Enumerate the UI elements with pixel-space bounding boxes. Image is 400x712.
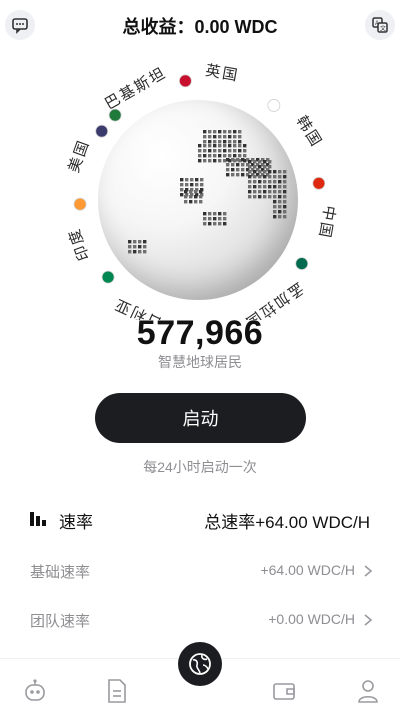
base-rate-value: +64.00 WDC/H bbox=[260, 562, 355, 578]
total-earnings-title: 总收益：0.00 WDC bbox=[122, 17, 278, 37]
country-label: 巴基斯坦 bbox=[102, 64, 169, 113]
country-label: 英国 bbox=[204, 61, 241, 85]
tab-robot[interactable] bbox=[21, 677, 49, 705]
profile-icon bbox=[358, 680, 378, 703]
pakistan-flag-icon bbox=[108, 108, 122, 122]
bar-chart-icon bbox=[30, 512, 46, 526]
start-hint: 每24小时启动一次 bbox=[143, 459, 257, 475]
country-ring: 巴基斯坦 英国韩国中国孟加拉国尼日利亚印度美国 bbox=[65, 61, 338, 320]
country-label: 印度 bbox=[65, 225, 93, 263]
nigeria-flag-icon bbox=[101, 270, 115, 284]
rate-title: 速率 bbox=[59, 513, 93, 532]
country-label: 韩国 bbox=[293, 113, 325, 151]
top-bar: 总收益：0.00 WDC A 文 bbox=[0, 0, 400, 48]
base-rate-row[interactable]: 基础速率 +64.00 WDC/H bbox=[30, 561, 375, 585]
globe-icon bbox=[189, 653, 211, 675]
south-korea-flag-icon bbox=[267, 99, 281, 112]
chevron-right-icon bbox=[364, 565, 373, 577]
rate-header: 速率 总速率+64.00 WDC/H bbox=[30, 508, 370, 532]
tab-profile[interactable] bbox=[354, 677, 382, 705]
svg-text:A: A bbox=[375, 21, 379, 27]
translate-icon: A 文 bbox=[372, 17, 388, 33]
usa-flag-icon bbox=[95, 124, 109, 138]
tab-document[interactable] bbox=[103, 677, 131, 705]
team-rate-row[interactable]: 团队速率 +0.00 WDC/H bbox=[30, 610, 375, 634]
country-label: 美国 bbox=[65, 137, 93, 175]
svg-text:文: 文 bbox=[380, 25, 386, 33]
resident-count-label: 智慧地球居民 bbox=[158, 354, 242, 370]
team-rate-label: 团队速率 bbox=[30, 613, 91, 630]
document-icon bbox=[108, 679, 126, 703]
tab-wallet[interactable] bbox=[270, 677, 298, 705]
china-flag-icon bbox=[312, 176, 326, 190]
globe-section: 巴基斯坦 英国 韩国 中国 孟加拉国 尼日利亚 印度 美国 bbox=[50, 50, 350, 320]
bangladesh-flag-icon bbox=[295, 257, 309, 270]
base-rate-label: 基础速率 bbox=[30, 564, 91, 581]
country-label: 中国 bbox=[315, 204, 338, 240]
tab-globe[interactable] bbox=[178, 642, 222, 686]
wallet-icon bbox=[273, 683, 295, 700]
robot-icon bbox=[25, 679, 45, 701]
start-button[interactable]: 启动 bbox=[95, 393, 306, 443]
uk-flag-icon bbox=[178, 74, 192, 88]
india-flag-icon bbox=[73, 197, 87, 211]
translate-button[interactable]: A 文 bbox=[365, 10, 395, 40]
team-rate-value: +0.00 WDC/H bbox=[268, 611, 355, 627]
resident-count: 577,966 bbox=[136, 314, 264, 352]
chevron-right-icon bbox=[364, 614, 373, 626]
total-rate: 总速率+64.00 WDC/H bbox=[204, 513, 370, 532]
